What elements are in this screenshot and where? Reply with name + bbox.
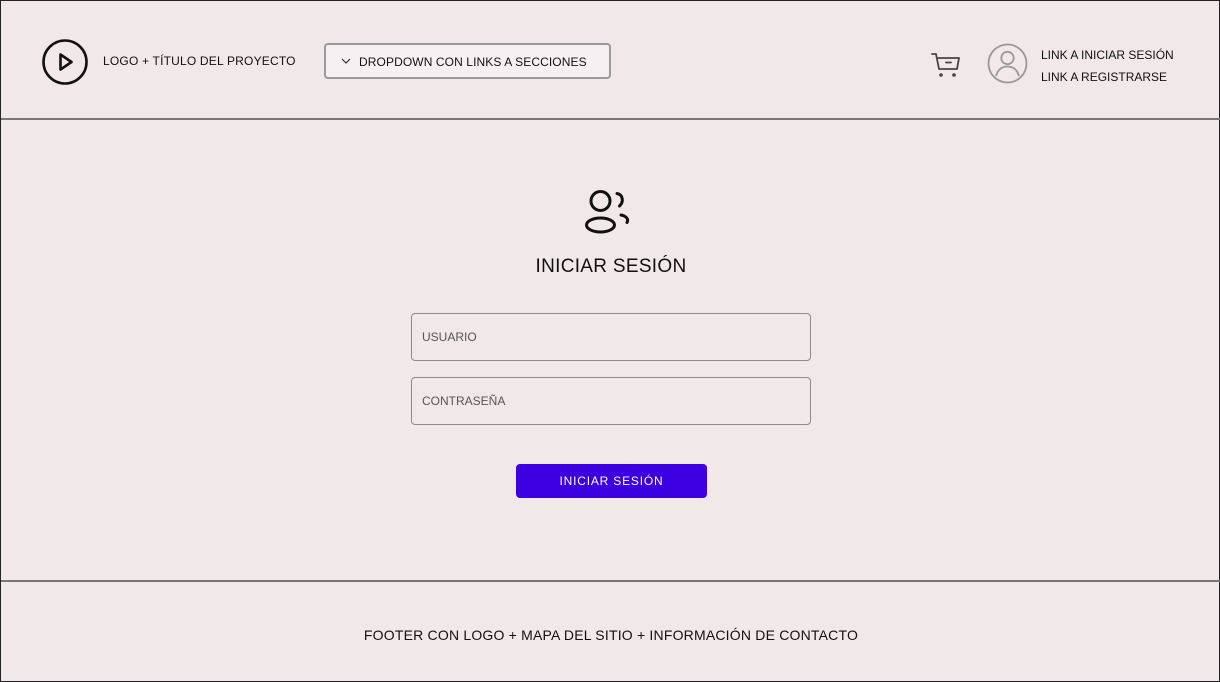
play-logo-icon[interactable] (41, 39, 89, 87)
password-input[interactable] (411, 377, 811, 425)
project-title[interactable]: LOGO + TÍTULO DEL PROYECTO (103, 54, 296, 68)
users-icon (583, 188, 633, 236)
auth-links: LINK A INICIAR SESIÓN LINK A REGISTRARSE (1041, 44, 1174, 88)
site-footer: FOOTER CON LOGO + MAPA DEL SITIO + INFOR… (1, 580, 1220, 682)
chevron-down-icon (341, 58, 351, 64)
cart-icon[interactable] (930, 50, 962, 80)
register-link[interactable]: LINK A REGISTRARSE (1041, 66, 1174, 88)
login-section: INICIAR SESIÓN INICIAR SESIÓN (1, 122, 1220, 580)
site-header: LOGO + TÍTULO DEL PROYECTO DROPDOWN CON … (1, 1, 1220, 120)
user-circle-icon[interactable] (987, 43, 1028, 84)
login-link[interactable]: LINK A INICIAR SESIÓN (1041, 44, 1174, 66)
page-frame: LOGO + TÍTULO DEL PROYECTO DROPDOWN CON … (0, 0, 1220, 682)
dropdown-label: DROPDOWN CON LINKS A SECCIONES (359, 55, 587, 69)
login-button[interactable]: INICIAR SESIÓN (516, 464, 707, 498)
footer-text: FOOTER CON LOGO + MAPA DEL SITIO + INFOR… (363, 627, 859, 643)
sections-dropdown[interactable]: DROPDOWN CON LINKS A SECCIONES (324, 43, 611, 79)
username-input[interactable] (411, 313, 811, 361)
page-title: INICIAR SESIÓN (535, 256, 687, 277)
